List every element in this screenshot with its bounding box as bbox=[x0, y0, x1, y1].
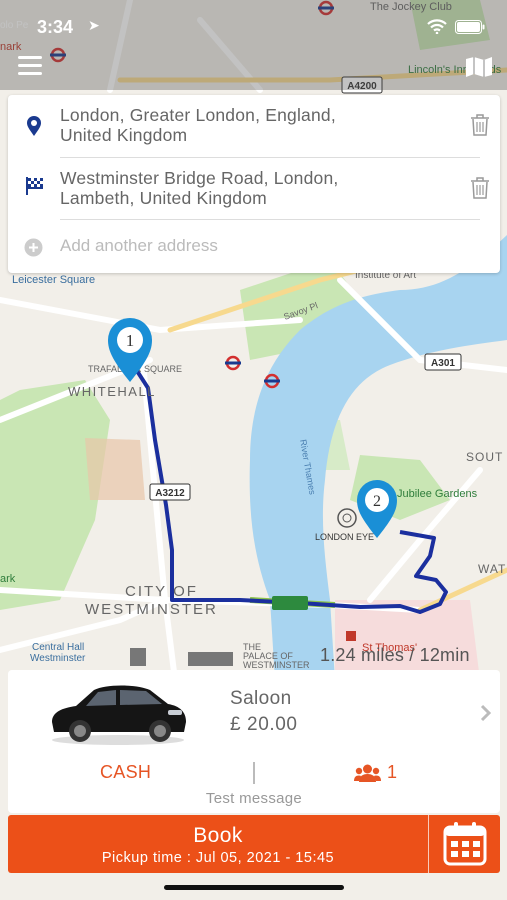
trash-icon[interactable] bbox=[470, 114, 490, 136]
trash-icon[interactable] bbox=[470, 177, 490, 199]
svg-text:1: 1 bbox=[126, 331, 135, 350]
schedule-button[interactable] bbox=[429, 815, 500, 873]
map-label-central-hall-2: Westminster bbox=[30, 653, 86, 664]
book-title: Book bbox=[193, 824, 243, 847]
map-label-south: SOUT bbox=[466, 450, 503, 464]
checkered-flag-icon bbox=[26, 177, 43, 195]
map-label-london-eye: LONDON EYE bbox=[315, 532, 374, 542]
book-bar: Book Pickup time : Jul 05, 2021 - 15:45 bbox=[8, 815, 500, 873]
pickup-time: Pickup time : Jul 05, 2021 - 15:45 bbox=[101, 850, 335, 866]
map-label-a3212: A3212 bbox=[155, 488, 185, 499]
book-button[interactable]: Book Pickup time : Jul 05, 2021 - 15:45 bbox=[8, 815, 428, 873]
location-pin-icon bbox=[27, 116, 41, 136]
map-label-leicester-square: Leicester Square bbox=[12, 274, 95, 286]
map-icon[interactable] bbox=[465, 56, 493, 78]
map-label-wat: WAT bbox=[478, 562, 506, 576]
passenger-count-value: 1 bbox=[387, 762, 398, 782]
home-indicator bbox=[164, 885, 344, 890]
map-label-jubilee-gardens: Jubilee Gardens bbox=[397, 488, 478, 500]
map-label-palace-3: WESTMINSTER bbox=[243, 660, 310, 670]
map-label-central-hall: Central Hall bbox=[32, 642, 84, 653]
battery-icon bbox=[455, 19, 485, 34]
pickup-address-row[interactable]: London, Greater London, England, United … bbox=[8, 95, 500, 157]
divider bbox=[253, 762, 255, 784]
map-label-whitehall: WHITEHALL bbox=[68, 384, 156, 399]
map-label-park: ark bbox=[0, 573, 16, 585]
payment-method[interactable]: CASH bbox=[100, 762, 151, 783]
calendar-icon bbox=[443, 822, 486, 866]
svg-text:2: 2 bbox=[373, 493, 381, 510]
status-time: 3:34 bbox=[37, 17, 74, 37]
map-label-city-of: CITY OF bbox=[125, 583, 198, 600]
status-indicators bbox=[427, 19, 485, 34]
car-image bbox=[52, 685, 186, 745]
dropoff-address: Westminster Bridge Road, London, Lambeth… bbox=[60, 168, 339, 208]
wifi-icon bbox=[427, 19, 447, 34]
hospital-icon bbox=[346, 631, 356, 641]
location-arrow-icon: ➤ bbox=[88, 17, 100, 33]
address-card: London, Greater London, England, United … bbox=[8, 95, 500, 273]
vehicle-price: £ 20.00 bbox=[230, 714, 298, 735]
add-address-input[interactable]: Add another address bbox=[60, 236, 218, 256]
map-label-westminster: WESTMINSTER bbox=[85, 601, 218, 618]
driver-message[interactable]: Test message bbox=[8, 790, 500, 807]
menu-icon[interactable] bbox=[18, 56, 42, 76]
pickup-address: London, Greater London, England, United … bbox=[60, 105, 336, 145]
dropoff-address-row[interactable]: Westminster Bridge Road, London, Lambeth… bbox=[8, 158, 500, 220]
vehicle-name: Saloon bbox=[230, 688, 292, 709]
chevron-right-icon[interactable] bbox=[480, 704, 492, 722]
users-icon bbox=[354, 764, 381, 782]
map-label-a301: A301 bbox=[431, 358, 455, 369]
divider bbox=[60, 219, 480, 220]
vehicle-card[interactable]: Saloon £ 20.00 CASH 1 Test message bbox=[8, 670, 500, 813]
status-bar: 3:34 ➤ bbox=[0, 0, 507, 54]
passenger-count[interactable]: 1 bbox=[354, 762, 397, 783]
add-circle-icon[interactable] bbox=[24, 238, 43, 257]
route-distance: 1.24 miles / 12min bbox=[320, 645, 470, 665]
